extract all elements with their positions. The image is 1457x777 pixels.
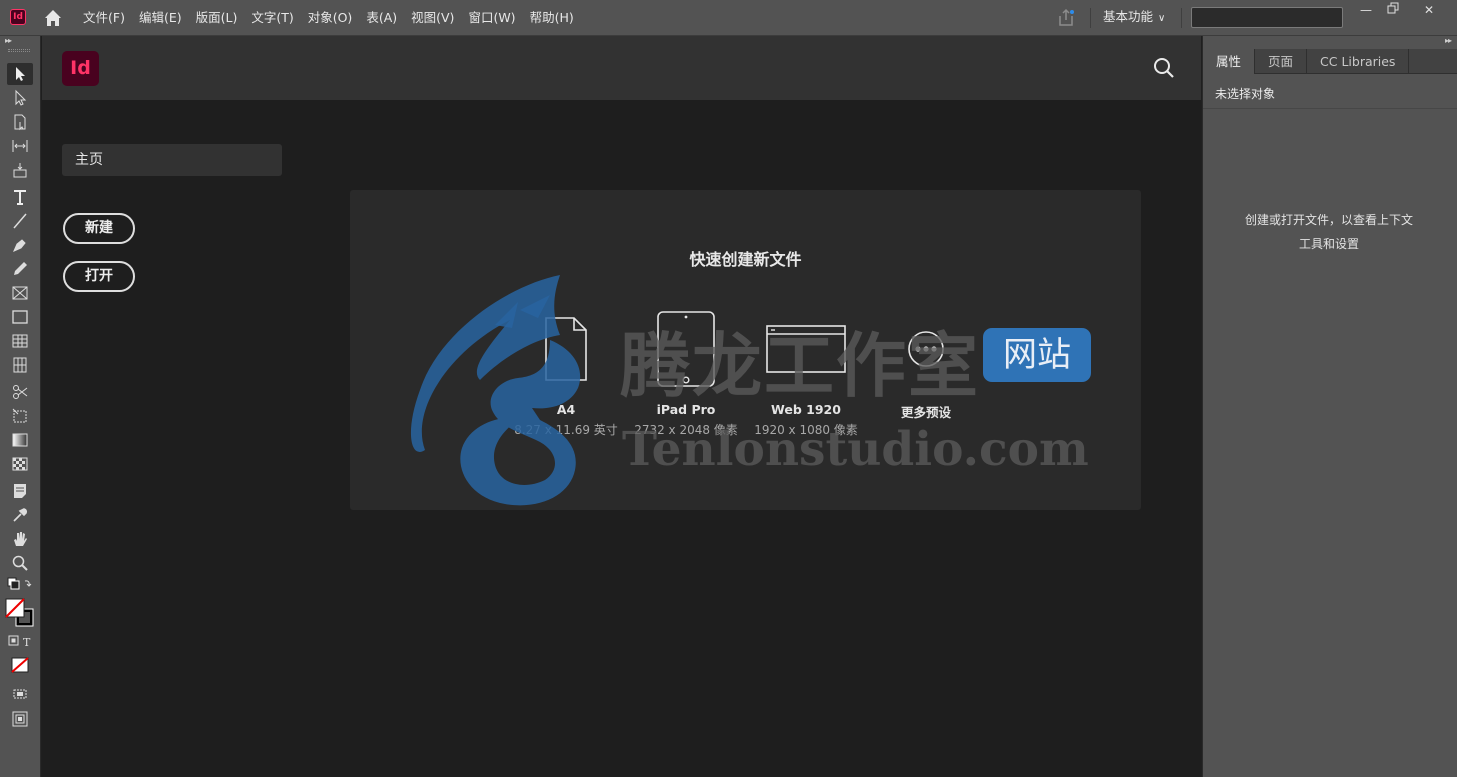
- nav-item-home[interactable]: 主页: [62, 144, 282, 176]
- apply-none-icon[interactable]: [7, 654, 33, 676]
- collapse-panel-icon[interactable]: ▸▸: [1445, 36, 1452, 45]
- quick-create-title: 快速创建新文件: [689, 250, 802, 269]
- svg-text:T: T: [23, 636, 31, 649]
- watermark-text-cn: 腾龙工作室: [620, 324, 980, 407]
- note-tool-icon[interactable]: [7, 480, 33, 502]
- screen-mode-icon[interactable]: [7, 682, 33, 704]
- tab-pages[interactable]: 页面: [1255, 49, 1308, 74]
- eyedropper-tool-icon[interactable]: [7, 504, 33, 526]
- menu-type[interactable]: 文字(T): [244, 0, 300, 36]
- rectangle-frame-tool-icon[interactable]: [7, 282, 33, 304]
- close-icon[interactable]: ✕: [1418, 1, 1440, 19]
- app-icon: Id: [10, 9, 26, 25]
- chevron-down-icon: ∨: [1158, 13, 1166, 24]
- hint-line: 工具和设置: [1298, 237, 1359, 251]
- search-icon[interactable]: [1152, 56, 1176, 80]
- empty-state-hint: 创建或打开文件，以查看上下文 工具和设置: [1231, 208, 1427, 256]
- horizontal-grid-tool-icon[interactable]: [7, 330, 33, 352]
- scissors-tool-icon[interactable]: [7, 381, 33, 403]
- menu-object[interactable]: 对象(O): [301, 0, 360, 36]
- menu-bar: Id 文件(F) 编辑(E) 版面(L) 文字(T) 对象(O) 表(A) 视图…: [0, 0, 1457, 36]
- menu-window[interactable]: 窗口(W): [461, 0, 522, 36]
- restore-icon[interactable]: [1382, 1, 1404, 19]
- selection-status: 未选择对象: [1215, 87, 1276, 101]
- menu-table[interactable]: 表(A): [359, 0, 404, 36]
- fill-stroke-swatch-icon[interactable]: [5, 598, 35, 628]
- hand-tool-icon[interactable]: [7, 528, 33, 550]
- divider: [1203, 108, 1457, 109]
- zoom-tool-icon[interactable]: [7, 552, 33, 574]
- document-icon: [501, 308, 631, 390]
- separator: [1090, 8, 1091, 28]
- line-tool-icon[interactable]: [7, 210, 33, 232]
- tab-cc-libraries[interactable]: CC Libraries: [1307, 49, 1410, 74]
- default-fill-stroke-icon[interactable]: [7, 576, 33, 594]
- new-button[interactable]: 新建: [63, 213, 135, 244]
- gpu-preview-icon[interactable]: [7, 708, 33, 730]
- type-tool-icon[interactable]: [7, 186, 33, 208]
- menu-list: 文件(F) 编辑(E) 版面(L) 文字(T) 对象(O) 表(A) 视图(V)…: [76, 0, 581, 36]
- workspace-switcher[interactable]: 基本功能 ∨: [1103, 0, 1165, 36]
- minimize-icon[interactable]: —: [1355, 1, 1377, 19]
- tools-panel: ▸▸ T: [0, 36, 41, 777]
- hint-line: 创建或打开文件，以查看上下文: [1244, 213, 1413, 227]
- menu-layout[interactable]: 版面(L): [189, 0, 245, 36]
- gap-tool-icon[interactable]: [7, 135, 33, 157]
- tab-properties[interactable]: 属性: [1203, 49, 1256, 74]
- panel-tabs: 属性 页面 CC Libraries: [1203, 49, 1457, 74]
- watermark-badge: 网站: [983, 328, 1091, 382]
- page-tool-icon[interactable]: [7, 111, 33, 133]
- content-collector-icon[interactable]: [7, 159, 33, 181]
- menu-file[interactable]: 文件(F): [76, 0, 132, 36]
- pencil-tool-icon[interactable]: [7, 258, 33, 280]
- open-button[interactable]: 打开: [63, 261, 135, 292]
- preset-a4[interactable]: A4 8.27 x 11.69 英寸: [501, 308, 631, 438]
- menu-view[interactable]: 视图(V): [404, 0, 461, 36]
- properties-panel: ▸▸ 属性 页面 CC Libraries 未选择对象 创建或打开文件，以查看上…: [1202, 36, 1457, 777]
- home-icon[interactable]: [42, 7, 64, 29]
- vertical-grid-tool-icon[interactable]: [7, 354, 33, 376]
- indesign-logo: Id: [62, 51, 99, 86]
- collapse-panel-icon[interactable]: ▸▸: [5, 36, 12, 45]
- selection-tool-icon[interactable]: [7, 63, 33, 85]
- menu-help[interactable]: 帮助(H): [523, 0, 581, 36]
- gradient-swatch-tool-icon[interactable]: [7, 429, 33, 451]
- home-header: Id: [42, 36, 1201, 100]
- free-transform-tool-icon[interactable]: [7, 405, 33, 427]
- search-input[interactable]: [1191, 7, 1343, 28]
- gradient-feather-tool-icon[interactable]: [7, 453, 33, 475]
- preset-size: 8.27 x 11.69 英寸: [514, 423, 618, 437]
- menu-edit[interactable]: 编辑(E): [132, 0, 189, 36]
- workspace-label: 基本功能: [1103, 9, 1154, 24]
- direct-selection-tool-icon[interactable]: [7, 87, 33, 109]
- share-icon[interactable]: [1055, 7, 1077, 29]
- formatting-container-icon[interactable]: T: [7, 633, 33, 649]
- pen-tool-icon[interactable]: [7, 234, 33, 256]
- rectangle-tool-icon[interactable]: [7, 306, 33, 328]
- preset-name: A4: [556, 402, 576, 417]
- watermark-text-en: Tenlonstudio.com: [622, 422, 1089, 477]
- panel-grip[interactable]: [8, 49, 30, 52]
- separator: [1181, 8, 1182, 28]
